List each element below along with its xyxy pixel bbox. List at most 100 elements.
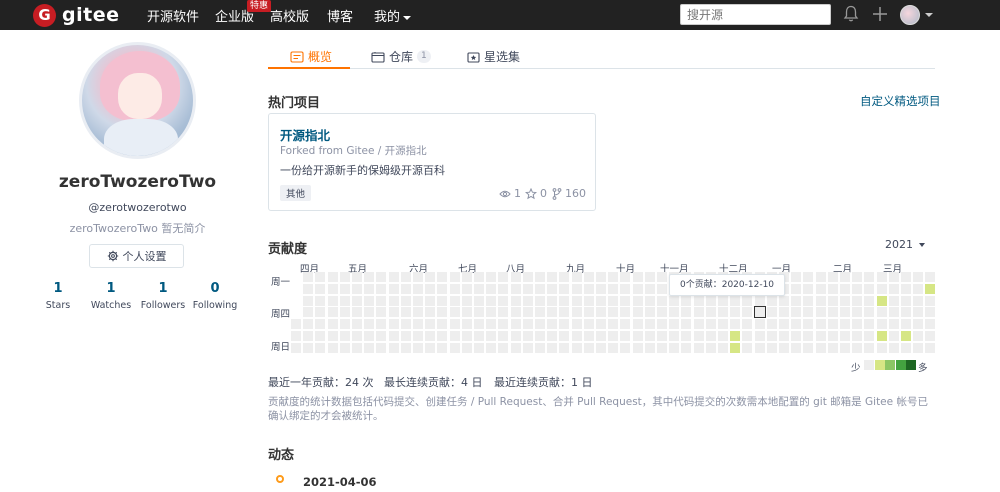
contribution-cell[interactable] (767, 331, 777, 341)
contribution-cell[interactable] (572, 284, 582, 294)
contribution-cell[interactable] (328, 272, 338, 282)
contribution-cell[interactable] (913, 272, 923, 282)
contribution-cell[interactable] (877, 296, 887, 306)
contribution-cell[interactable] (315, 284, 325, 294)
contribution-cell[interactable] (437, 331, 447, 341)
contribution-cell[interactable] (803, 272, 813, 282)
contribution-cell[interactable] (523, 272, 533, 282)
contribution-cell[interactable] (657, 284, 667, 294)
contribution-cell[interactable] (425, 296, 435, 306)
contribution-cell[interactable] (352, 272, 362, 282)
nav-mine[interactable]: 我的 (374, 6, 412, 25)
tab-overview[interactable]: 概览 (290, 48, 332, 65)
contribution-cell[interactable] (596, 284, 606, 294)
contribution-cell[interactable] (364, 296, 374, 306)
contribution-cell[interactable] (547, 331, 557, 341)
contribution-cell[interactable] (559, 319, 569, 329)
contribution-cell[interactable] (791, 319, 801, 329)
contribution-cell[interactable] (547, 296, 557, 306)
contribution-cell[interactable] (401, 331, 411, 341)
contribution-cell[interactable] (437, 319, 447, 329)
contribution-cell[interactable] (352, 307, 362, 317)
contribution-cell[interactable] (840, 307, 850, 317)
contribution-cell[interactable] (791, 272, 801, 282)
contribution-cell[interactable] (877, 284, 887, 294)
contribution-cell[interactable] (840, 331, 850, 341)
contribution-cell[interactable] (816, 331, 826, 341)
contribution-cell[interactable] (889, 343, 899, 353)
contribution-cell[interactable] (511, 307, 521, 317)
contribution-cell[interactable] (730, 331, 740, 341)
contribution-cell[interactable] (425, 272, 435, 282)
contribution-cell[interactable] (864, 284, 874, 294)
contribution-cell[interactable] (462, 331, 472, 341)
contribution-cell[interactable] (803, 284, 813, 294)
contribution-cell[interactable] (864, 343, 874, 353)
contribution-cell[interactable] (620, 331, 630, 341)
contribution-cell[interactable] (718, 343, 728, 353)
project-stars[interactable]: 0 (525, 187, 547, 200)
contribution-cell[interactable] (511, 343, 521, 353)
contribution-cell[interactable] (828, 272, 838, 282)
contribution-cell[interactable] (608, 272, 618, 282)
contribution-cell[interactable] (474, 331, 484, 341)
contribution-cell[interactable] (803, 307, 813, 317)
contribution-cell[interactable] (535, 331, 545, 341)
contribution-cell[interactable] (816, 319, 826, 329)
contribution-cell[interactable] (767, 296, 777, 306)
stat-following[interactable]: 0 Following (189, 281, 241, 311)
contribution-cell[interactable] (840, 319, 850, 329)
contribution-cell[interactable] (828, 296, 838, 306)
contribution-cell[interactable] (303, 296, 313, 306)
contribution-cell[interactable] (864, 272, 874, 282)
contribution-cell[interactable] (669, 296, 679, 306)
contribution-cell[interactable] (291, 319, 301, 329)
contribution-cell[interactable] (376, 284, 386, 294)
contribution-cell[interactable] (376, 272, 386, 282)
contribution-cell[interactable] (694, 307, 704, 317)
contribution-cell[interactable] (328, 331, 338, 341)
contribution-cell[interactable] (474, 307, 484, 317)
user-avatar-small[interactable] (900, 5, 920, 25)
contribution-cell[interactable] (694, 343, 704, 353)
contribution-cell[interactable] (328, 343, 338, 353)
contribution-cell[interactable] (559, 307, 569, 317)
contribution-cell[interactable] (340, 319, 350, 329)
contribution-cell[interactable] (730, 319, 740, 329)
contribution-cell[interactable] (633, 296, 643, 306)
contribution-cell[interactable] (572, 343, 582, 353)
contribution-cell[interactable] (730, 296, 740, 306)
contribution-cell[interactable] (474, 272, 484, 282)
contribution-cell[interactable] (572, 331, 582, 341)
contribution-cell[interactable] (925, 284, 935, 294)
contribution-cell[interactable] (413, 296, 423, 306)
contribution-cell[interactable] (755, 319, 765, 329)
project-forks[interactable]: 160 (552, 187, 586, 200)
contribution-cell[interactable] (303, 272, 313, 282)
contribution-cell[interactable] (376, 307, 386, 317)
contribution-cell[interactable] (913, 284, 923, 294)
nav-education[interactable]: 高校版 (270, 6, 309, 25)
contribution-cell[interactable] (498, 343, 508, 353)
contribution-cell[interactable] (767, 307, 777, 317)
contribution-cell[interactable] (413, 272, 423, 282)
contribution-cell[interactable] (413, 307, 423, 317)
contribution-cell[interactable] (633, 343, 643, 353)
year-select[interactable]: 2021 (885, 238, 913, 251)
contribution-cell[interactable] (803, 296, 813, 306)
contribution-cell[interactable] (413, 319, 423, 329)
year-chevron-down-icon[interactable] (919, 243, 925, 247)
contribution-cell[interactable] (437, 307, 447, 317)
contribution-cell[interactable] (669, 331, 679, 341)
customize-projects-link[interactable]: 自定义精选项目 (860, 93, 941, 109)
contribution-cell[interactable] (608, 319, 618, 329)
contribution-cell[interactable] (889, 307, 899, 317)
contribution-cell[interactable] (535, 307, 545, 317)
contribution-cell[interactable] (303, 307, 313, 317)
contribution-cell[interactable] (389, 284, 399, 294)
contribution-cell[interactable] (535, 343, 545, 353)
contribution-cell[interactable] (559, 331, 569, 341)
contribution-cell[interactable] (486, 343, 496, 353)
contribution-cell[interactable] (840, 343, 850, 353)
contribution-cell[interactable] (474, 284, 484, 294)
